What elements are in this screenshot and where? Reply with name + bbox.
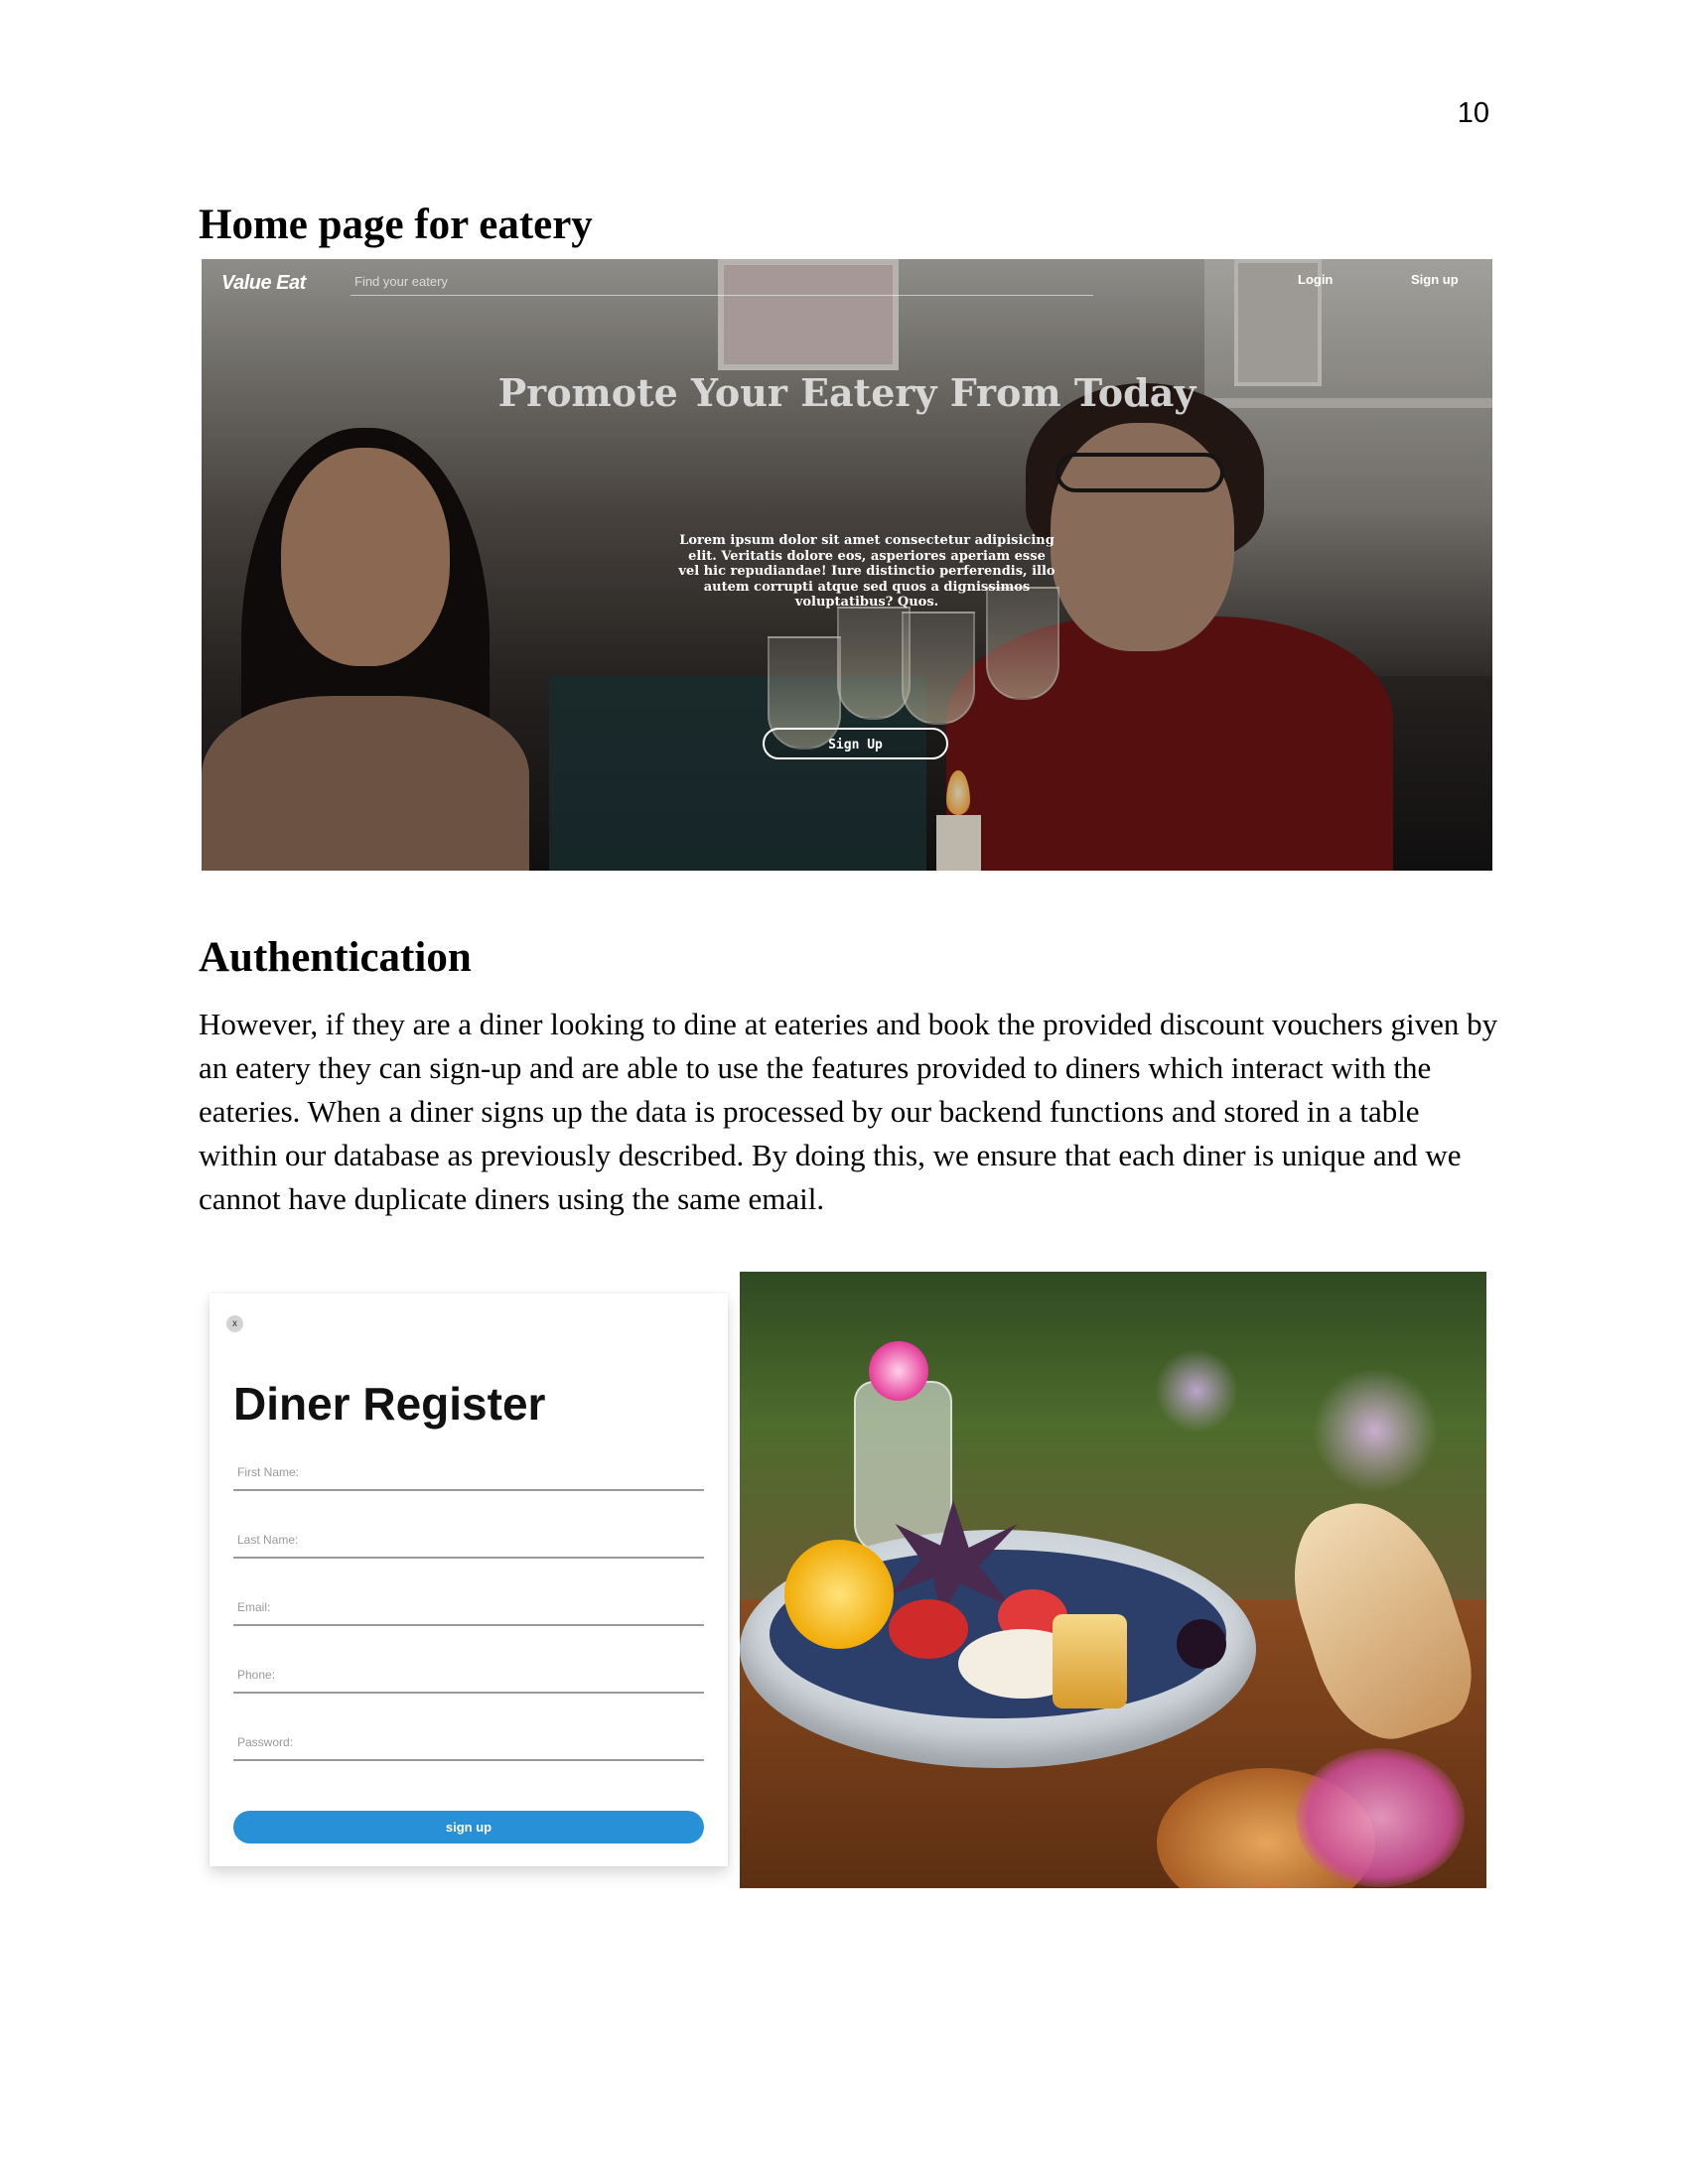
signup-submit-button[interactable]: sign up — [233, 1811, 704, 1843]
last-name-input[interactable] — [233, 1523, 704, 1557]
signup-link[interactable]: Sign up — [1411, 272, 1459, 287]
first-name-field — [233, 1455, 704, 1491]
hero-description: Lorem ipsum dolor sit amet consectetur a… — [678, 533, 1055, 610]
diner-register-modal: x Diner Register sign up — [210, 1294, 728, 1866]
email-input[interactable] — [233, 1590, 704, 1624]
flower-petals — [1296, 1748, 1465, 1887]
register-title: Diner Register — [233, 1378, 546, 1430]
hero-title: Promote Your Eatery From Today — [497, 370, 1196, 415]
home-page-screenshot: Value Eat Login Sign up Promote Your Eat… — [202, 259, 1492, 871]
page-number: 10 — [1457, 97, 1489, 129]
hero-signup-button[interactable]: Sign Up — [763, 728, 948, 759]
login-link[interactable]: Login — [1298, 272, 1333, 287]
password-input[interactable] — [233, 1725, 704, 1759]
phone-field — [233, 1658, 704, 1694]
last-name-field — [233, 1523, 704, 1559]
home-page-heading: Home page for eatery — [199, 202, 593, 248]
phone-input[interactable] — [233, 1658, 704, 1692]
citrus-slice — [784, 1540, 894, 1649]
password-field — [233, 1725, 704, 1761]
authentication-paragraph: However, if they are a diner looking to … — [199, 1007, 1498, 1216]
honey-jar — [1053, 1614, 1127, 1708]
first-name-input[interactable] — [233, 1455, 704, 1489]
food-photo — [740, 1272, 1486, 1888]
navbar: Value Eat Login Sign up — [202, 259, 1492, 307]
logo[interactable]: Value Eat — [221, 272, 306, 295]
search-input[interactable] — [351, 267, 1093, 296]
strawberry — [889, 1599, 968, 1659]
blackberry — [1177, 1619, 1226, 1669]
email-field — [233, 1590, 704, 1626]
close-icon[interactable]: x — [226, 1315, 243, 1332]
pink-flower — [869, 1341, 928, 1401]
authentication-heading: Authentication — [199, 934, 472, 981]
